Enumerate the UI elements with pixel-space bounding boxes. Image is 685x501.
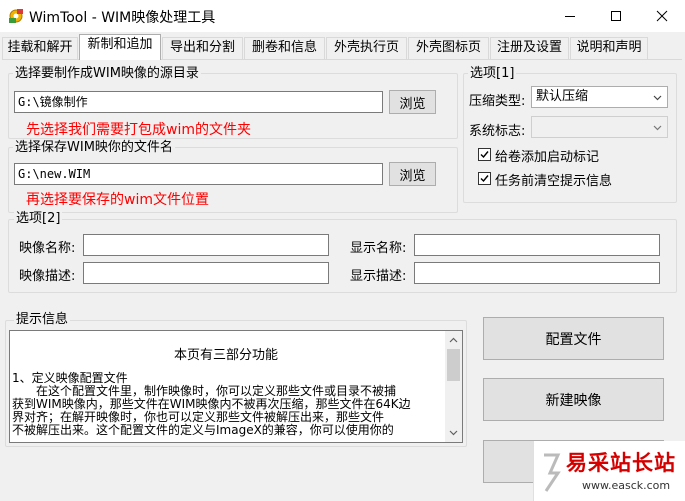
options1-title: 选项[1]: [468, 66, 517, 82]
image-desc-label: 映像描述:: [19, 269, 76, 284]
target-file-input[interactable]: G:\new.WIM: [14, 163, 383, 185]
source-browse-button[interactable]: 浏览: [389, 90, 436, 114]
target-browse-button[interactable]: 浏览: [389, 162, 436, 186]
display-name-label: 显示名称:: [350, 241, 407, 256]
info-heading: 本页有三部分功能: [173, 348, 278, 363]
options2-title: 选项[2]: [14, 211, 63, 227]
info-title: 提示信息: [14, 312, 71, 328]
tab-export-split[interactable]: 导出和分割: [162, 37, 243, 59]
close-button[interactable]: [639, 0, 685, 32]
close-icon: [656, 10, 668, 22]
new-image-button[interactable]: 新建映像: [483, 378, 664, 421]
source-dir-input[interactable]: G:\镜像制作: [14, 91, 383, 113]
tab-register-settings[interactable]: 注册及设置: [490, 37, 569, 59]
tab-shell-exec[interactable]: 外壳执行页: [326, 37, 407, 59]
compression-select[interactable]: 默认压缩: [531, 86, 668, 108]
window-title: WimTool - WIM映像处理工具: [29, 10, 216, 26]
watermark-logo-icon: [544, 453, 561, 492]
minimize-icon: [565, 16, 575, 17]
source-dir-group-title: 选择要制作成WIM映像的源目录: [13, 66, 201, 82]
compression-value: 默认压缩: [536, 89, 589, 104]
target-file-group-title: 选择保存WIM映你的文件名: [13, 140, 175, 156]
system-flag-select[interactable]: [531, 116, 668, 138]
display-desc-label: 显示描述:: [350, 269, 407, 284]
image-name-input[interactable]: [83, 234, 329, 256]
clear-info-label: 任务前清空提示信息: [495, 174, 613, 189]
info-line: 不被解压出来。这个配置文件的定义与ImageX的兼容，你可以使用你的: [12, 423, 394, 437]
config-file-button[interactable]: 配置文件: [483, 317, 664, 360]
title-bar: WimTool - WIM映像处理工具: [0, 0, 685, 32]
clear-info-checkbox[interactable]: [478, 172, 491, 185]
watermark: 易采站长站 www.easck.com: [533, 441, 685, 501]
watermark-title: 易采站长站: [566, 450, 676, 475]
tab-new-append[interactable]: 新制和追加: [79, 34, 161, 60]
target-hint: 再选择要保存的wim文件位置: [26, 192, 209, 208]
chevron-down-icon: [653, 95, 662, 101]
source-hint: 先选择我们需要打包成wim的文件夹: [26, 122, 251, 138]
image-name-label: 映像名称:: [19, 241, 76, 256]
tab-shell-icon[interactable]: 外壳图标页: [408, 37, 489, 59]
compression-label: 压缩类型:: [469, 94, 526, 109]
scroll-up-icon[interactable]: [449, 337, 458, 343]
info-scrollbar[interactable]: [445, 331, 462, 442]
system-flag-label: 系统标志:: [469, 124, 526, 139]
image-desc-input[interactable]: [83, 262, 329, 284]
display-desc-input[interactable]: [414, 262, 660, 284]
info-textarea[interactable]: 本页有三部分功能 1、定义映像配置文件 在这个配置文件里，制作映像时，你可以定义…: [9, 330, 463, 443]
tab-readme-statement[interactable]: 说明和声明: [570, 37, 648, 59]
minimize-button[interactable]: [547, 0, 593, 32]
maximize-button[interactable]: [593, 0, 639, 32]
boot-flag-label: 给卷添加启动标记: [495, 150, 600, 165]
checkmark-icon: [480, 175, 489, 183]
scroll-thumb[interactable]: [447, 349, 460, 381]
app-gear-icon: [9, 9, 23, 23]
display-name-input[interactable]: [414, 234, 660, 256]
maximize-icon: [611, 11, 621, 21]
boot-flag-checkbox[interactable]: [478, 148, 491, 161]
chevron-down-icon: [653, 125, 662, 131]
tab-mount-unpack[interactable]: 挂载和解开: [2, 37, 78, 59]
tab-delete-info[interactable]: 删卷和信息: [244, 37, 325, 59]
watermark-url: www.easck.com: [582, 479, 671, 492]
scroll-down-icon[interactable]: [449, 430, 458, 436]
checkmark-icon: [480, 151, 489, 159]
